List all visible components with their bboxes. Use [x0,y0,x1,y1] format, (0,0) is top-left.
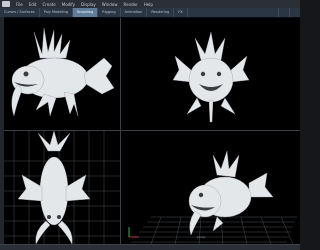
menu-item-modify[interactable]: Modify [59,2,78,7]
viewport-side[interactable] [4,18,120,130]
close-icon[interactable] [289,8,300,17]
viewport-splitter-horizontal[interactable] [4,130,300,131]
menu-item-help[interactable]: Help [141,2,156,7]
tab-curves-surfaces[interactable]: Curves / Surfaces [0,8,40,17]
status-bar [0,244,300,250]
menu-item-render[interactable]: Render [121,2,141,7]
tab-poly-modeling[interactable]: Poly Modeling [40,8,73,17]
fish-model-perspective [128,150,274,238]
viewport-label-persp: persp [197,235,206,239]
tab-animation[interactable]: Animation [121,8,148,17]
tab-fx[interactable]: FX [174,8,188,17]
viewport-panel: persp [4,18,300,244]
viewport-top[interactable] [4,131,120,244]
tab-rendering[interactable]: Rendering [147,8,175,17]
fish-model-side [11,27,115,117]
fish-model-top [17,131,91,244]
viewport-splitter-vertical[interactable] [120,18,121,244]
menu-item-edit[interactable]: Edit [26,2,40,7]
shelf-tab-bar: Curves / Surfaces Poly Modeling Sculptin… [0,8,300,18]
app-logo-icon [2,1,10,7]
menu-item-window[interactable]: Window [99,2,121,7]
menu-item-create[interactable]: Create [39,2,58,7]
tab-sculpting[interactable]: Sculpting [72,8,99,17]
tab-bar-spacer [188,8,278,17]
viewport-perspective[interactable]: persp [121,131,300,244]
minimize-icon[interactable] [278,8,289,17]
viewport-front[interactable] [121,18,300,130]
menu-item-display[interactable]: Display [78,2,99,7]
tab-rigging[interactable]: Rigging [98,8,121,17]
fish-model-front [172,31,250,123]
menu-item-file[interactable]: File [13,2,26,7]
